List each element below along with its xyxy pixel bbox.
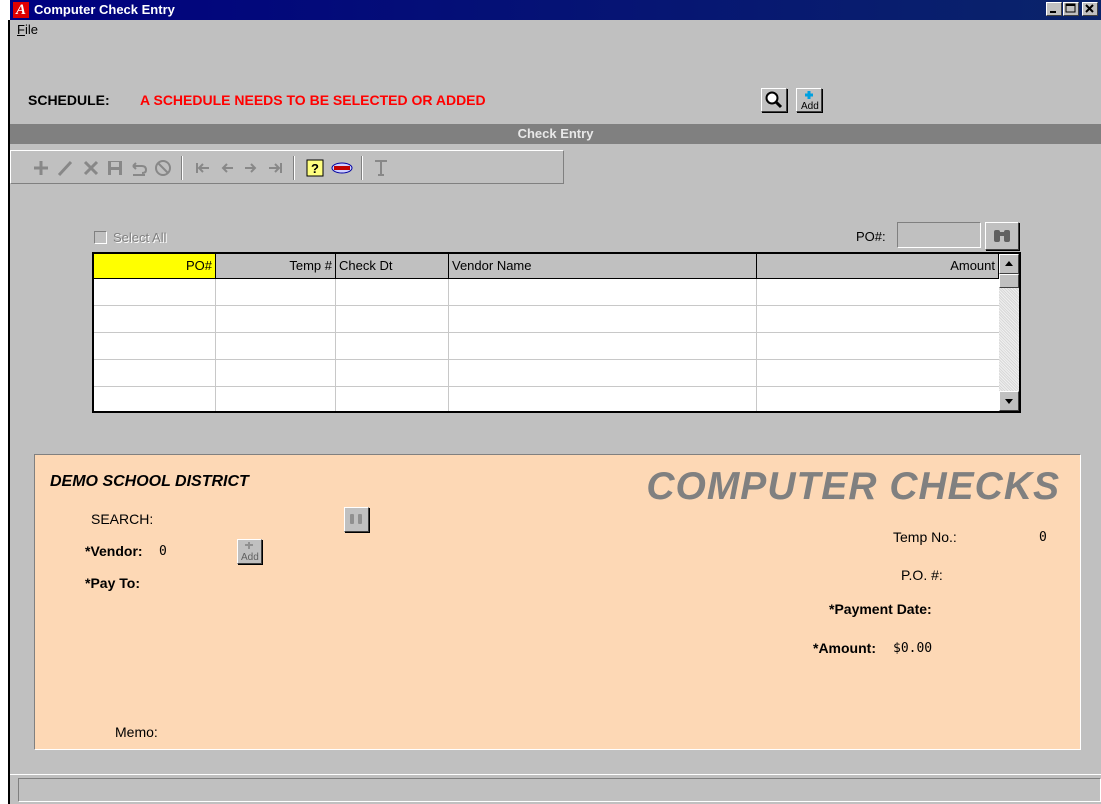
schedule-message: A SCHEDULE NEEDS TO BE SELECTED OR ADDED	[140, 92, 486, 108]
next-record-icon[interactable]	[241, 158, 261, 178]
po-search-button[interactable]	[985, 222, 1019, 250]
delete-icon[interactable]	[81, 158, 101, 178]
arrow-up-icon	[1005, 261, 1013, 266]
record-toolbar: ?	[10, 150, 564, 184]
first-record-icon[interactable]	[193, 158, 213, 178]
temp-no-value: 0	[1039, 530, 1047, 545]
column-header-po[interactable]: PO#	[94, 254, 216, 278]
check-panel: DEMO SCHOOL DISTRICT COMPUTER CHECKS SEA…	[34, 454, 1081, 750]
last-record-icon[interactable]	[265, 158, 285, 178]
help-icon[interactable]: ?	[305, 158, 325, 178]
scroll-down-button[interactable]	[999, 391, 1019, 411]
magnifier-icon	[765, 91, 783, 109]
select-all-checkbox[interactable]	[94, 231, 107, 244]
search-label: SEARCH:	[91, 511, 154, 527]
vendor-search-button[interactable]	[344, 507, 369, 532]
schedule-search-button[interactable]	[761, 88, 787, 112]
scroll-thumb[interactable]	[999, 274, 1019, 288]
scroll-up-button[interactable]	[999, 254, 1019, 274]
column-header-amount[interactable]: Amount	[757, 254, 999, 278]
filter-icon[interactable]	[371, 158, 391, 178]
select-all-label: Select All	[113, 230, 167, 245]
arrow-down-icon	[1005, 399, 1013, 404]
memo-label: Memo:	[115, 724, 158, 740]
toolbar-separator	[181, 156, 183, 180]
payment-date-label: *Payment Date:	[829, 601, 932, 617]
table-row[interactable]	[94, 360, 999, 387]
column-header-vendor-name[interactable]: Vendor Name	[449, 254, 757, 278]
temp-no-label: Temp No.:	[893, 529, 957, 545]
menu-file-label: ile	[24, 22, 38, 37]
table-row[interactable]	[94, 333, 999, 360]
close-icon	[1085, 4, 1094, 13]
column-header-check-date[interactable]: Check Dt	[336, 254, 449, 278]
table-row[interactable]	[94, 306, 999, 333]
toolbar-separator	[361, 156, 363, 180]
cancel-icon[interactable]	[153, 158, 173, 178]
add-icon: Add	[241, 542, 259, 563]
po-search-label: PO#:	[856, 229, 886, 244]
add-icon-label: Add	[801, 101, 819, 111]
window-title: Computer Check Entry	[34, 2, 175, 17]
grid-header: PO# Temp # Check Dt Vendor Name Amount	[94, 254, 999, 279]
minimize-icon	[1050, 11, 1056, 13]
schedule-add-button[interactable]: Add	[796, 88, 822, 112]
logo-icon[interactable]	[331, 158, 353, 178]
grid-scrollbar[interactable]	[999, 254, 1019, 411]
add-record-icon[interactable]	[31, 158, 51, 178]
menu-file-mnemonic: F	[17, 22, 25, 37]
add-icon-label: Add	[241, 552, 259, 563]
po-search-input[interactable]	[897, 222, 981, 248]
binoculars-icon	[994, 230, 1010, 242]
binoculars-icon	[350, 514, 362, 524]
po-number-label: P.O. #:	[901, 567, 943, 583]
menu-bar: File	[10, 20, 1101, 40]
app-icon: A	[13, 2, 29, 18]
close-button[interactable]	[1082, 2, 1098, 16]
checks-title: COMPUTER CHECKS	[646, 465, 1060, 508]
check-entry-header: Check Entry	[10, 124, 1101, 144]
previous-record-icon[interactable]	[217, 158, 237, 178]
pay-to-label: *Pay To:	[85, 575, 140, 591]
checks-grid[interactable]: PO# Temp # Check Dt Vendor Name Amount	[92, 252, 1021, 413]
vendor-value[interactable]: 0	[159, 544, 167, 559]
status-field	[18, 778, 1101, 802]
svg-text:?: ?	[311, 161, 319, 176]
table-row[interactable]	[94, 387, 999, 411]
add-icon: Add	[801, 91, 819, 112]
maximize-icon	[1065, 3, 1076, 13]
menu-file[interactable]: File	[17, 22, 38, 37]
edit-icon[interactable]	[55, 158, 75, 178]
toolbar-separator	[293, 156, 295, 180]
save-icon[interactable]	[105, 158, 125, 178]
maximize-button[interactable]	[1063, 2, 1079, 16]
table-row[interactable]	[94, 279, 999, 306]
column-header-temp[interactable]: Temp #	[216, 254, 336, 278]
vendor-label: *Vendor:	[85, 543, 143, 559]
schedule-label: SCHEDULE:	[28, 92, 110, 108]
district-name: DEMO SCHOOL DISTRICT	[50, 473, 249, 490]
title-bar[interactable]: A Computer Check Entry	[10, 0, 1101, 20]
amount-value[interactable]: $0.00	[893, 641, 932, 656]
undo-icon[interactable]	[129, 158, 149, 178]
status-bar	[10, 774, 1101, 804]
minimize-button[interactable]	[1046, 2, 1062, 16]
vendor-add-button[interactable]: Add	[237, 539, 262, 564]
amount-label: *Amount:	[813, 640, 876, 656]
